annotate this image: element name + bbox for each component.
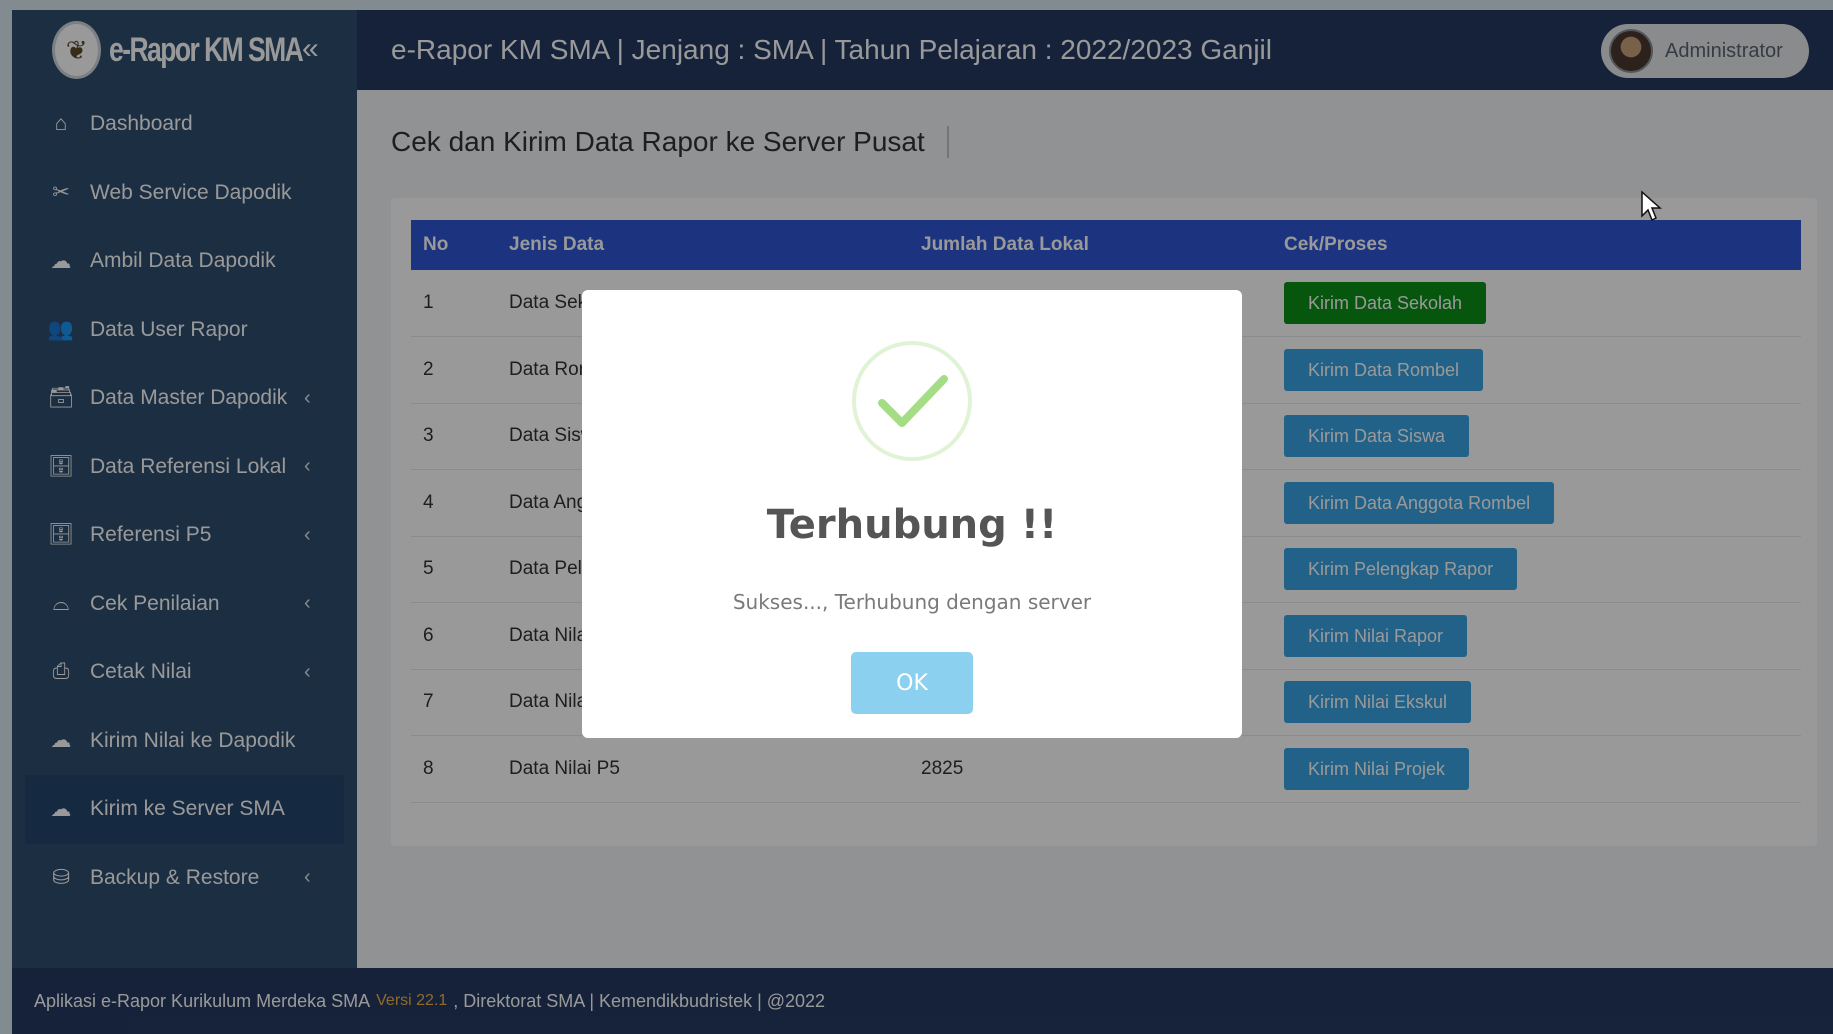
dialog-title: Terhubung !! bbox=[766, 502, 1058, 548]
success-dialog: Terhubung !! Sukses..., Terhubung dengan… bbox=[582, 290, 1242, 738]
checkmark-icon bbox=[852, 341, 972, 461]
mouse-cursor-icon bbox=[1641, 190, 1662, 222]
ok-button[interactable]: OK bbox=[851, 652, 973, 714]
dialog-message: Sukses..., Terhubung dengan server bbox=[732, 590, 1092, 614]
modal-backdrop[interactable]: Terhubung !! Sukses..., Terhubung dengan… bbox=[0, 0, 1833, 1034]
